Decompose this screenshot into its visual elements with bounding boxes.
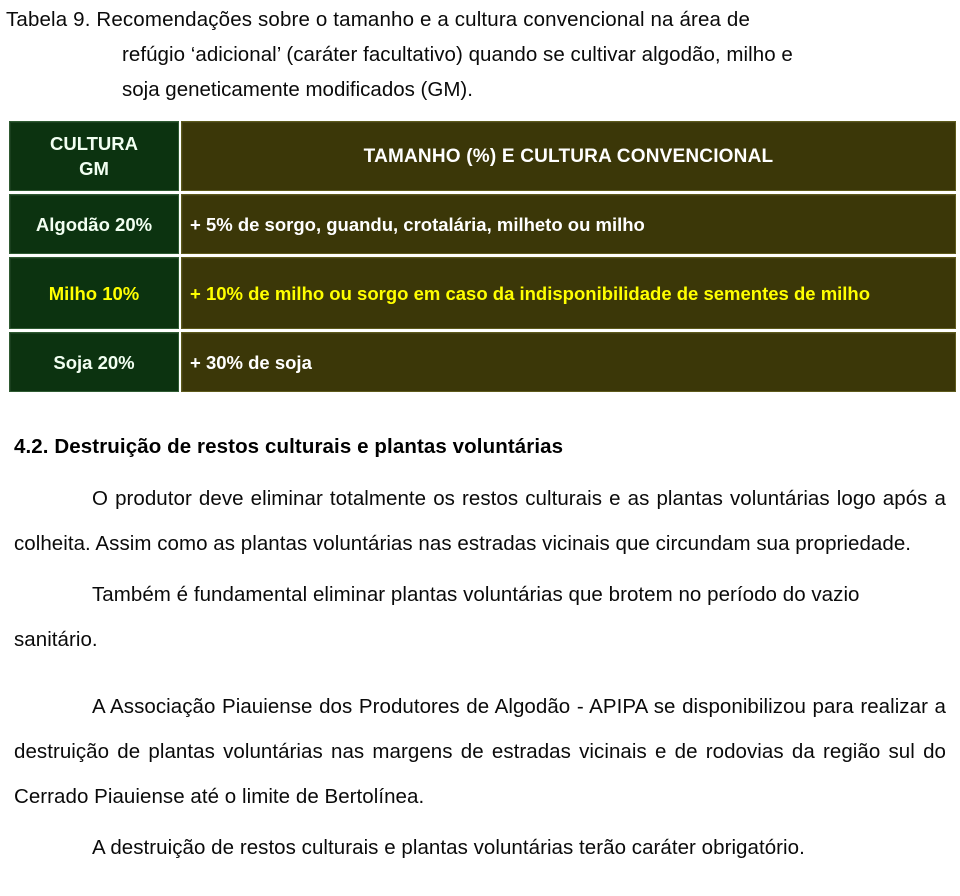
recommendations-table: CULTURA GM TAMANHO (%) E CULTURA CONVENC… <box>7 118 958 395</box>
header-cell-size-conventional: TAMANHO (%) E CULTURA CONVENCIONAL <box>181 121 956 191</box>
table-row: Algodão 20% + 5% de sorgo, guandu, crota… <box>9 194 956 254</box>
header-cell-culture: CULTURA GM <box>9 121 179 191</box>
cell-recommendation-algodao: + 5% de sorgo, guandu, crotalária, milhe… <box>181 194 956 254</box>
header-culture-line2: GM <box>79 158 109 179</box>
paragraph-3: A Associação Piauiense dos Produtores de… <box>14 695 946 808</box>
caption-line-1: Tabela 9. Recomendações sobre o tamanho … <box>6 8 751 31</box>
table-row: Milho 10% + 10% de milho ou sorgo em cas… <box>9 257 956 329</box>
table-row: Soja 20% + 30% de soja <box>9 332 956 392</box>
cell-culture-soja: Soja 20% <box>9 332 179 392</box>
cell-recommendation-milho: + 10% de milho ou sorgo em caso da indis… <box>181 257 956 329</box>
caption-line-2: refúgio ‘adicional’ (caráter facultativo… <box>122 43 793 66</box>
section-heading: 4.2. Destruição de restos culturais e pl… <box>14 435 564 458</box>
cell-recommendation-soja: + 30% de soja <box>181 332 956 392</box>
table-caption: Tabela 9. Recomendações sobre o tamanho … <box>0 2 960 107</box>
table-header-row: CULTURA GM TAMANHO (%) E CULTURA CONVENC… <box>9 121 956 191</box>
paragraph-1: O produtor deve eliminar totalmente os r… <box>14 487 946 555</box>
cell-culture-milho: Milho 10% <box>9 257 179 329</box>
header-culture-line1: CULTURA <box>49 133 139 154</box>
paragraph-4: A destruição de restos culturais e plant… <box>92 836 805 859</box>
section-body: 4.2. Destruição de restos culturais e pl… <box>14 432 946 870</box>
caption-line-3: soja geneticamente modificados (GM). <box>122 78 473 101</box>
paragraph-2: Também é fundamental eliminar plantas vo… <box>14 583 860 651</box>
recommendations-table-wrapper: CULTURA GM TAMANHO (%) E CULTURA CONVENC… <box>7 118 958 395</box>
cell-culture-algodao: Algodão 20% <box>9 194 179 254</box>
